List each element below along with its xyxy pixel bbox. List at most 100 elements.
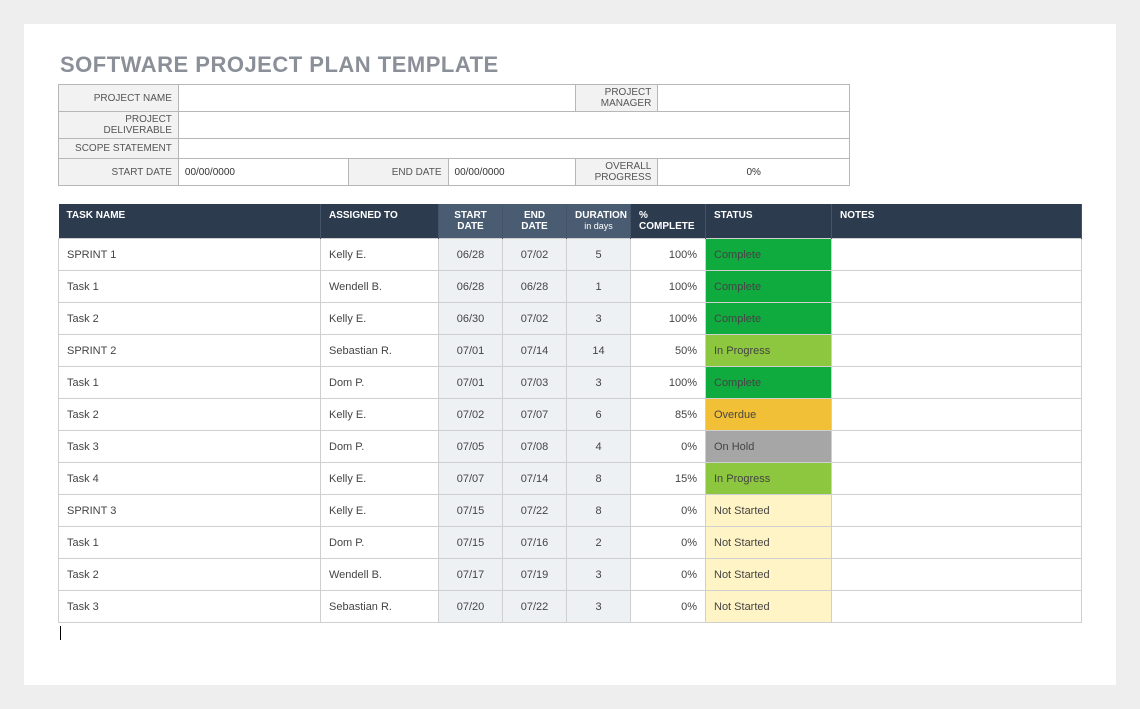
cell-status[interactable]: In Progress bbox=[706, 463, 832, 495]
value-project-deliverable[interactable] bbox=[178, 112, 849, 139]
value-project-name[interactable] bbox=[178, 85, 575, 112]
cell-notes[interactable] bbox=[832, 239, 1082, 271]
cell-start-date[interactable]: 07/01 bbox=[439, 335, 503, 367]
cell-task[interactable]: Task 1 bbox=[59, 527, 321, 559]
cell-status[interactable]: Not Started bbox=[706, 591, 832, 623]
cell-notes[interactable] bbox=[832, 591, 1082, 623]
cell-assigned[interactable]: Kelly E. bbox=[321, 495, 439, 527]
cell-task[interactable]: Task 3 bbox=[59, 431, 321, 463]
cell-notes[interactable] bbox=[832, 431, 1082, 463]
cell-status[interactable]: Not Started bbox=[706, 559, 832, 591]
cell-duration[interactable]: 1 bbox=[567, 271, 631, 303]
cell-percent[interactable]: 0% bbox=[631, 431, 706, 463]
cell-duration[interactable]: 8 bbox=[567, 463, 631, 495]
cell-percent[interactable]: 0% bbox=[631, 527, 706, 559]
cell-end-date[interactable]: 06/28 bbox=[503, 271, 567, 303]
cell-duration[interactable]: 14 bbox=[567, 335, 631, 367]
cell-assigned[interactable]: Kelly E. bbox=[321, 463, 439, 495]
cell-percent[interactable]: 15% bbox=[631, 463, 706, 495]
value-overall-progress[interactable]: 0% bbox=[658, 159, 850, 186]
cell-task[interactable]: Task 1 bbox=[59, 271, 321, 303]
cell-status[interactable]: On Hold bbox=[706, 431, 832, 463]
cell-notes[interactable] bbox=[832, 463, 1082, 495]
cell-start-date[interactable]: 06/28 bbox=[439, 239, 503, 271]
cell-duration[interactable]: 8 bbox=[567, 495, 631, 527]
cell-end-date[interactable]: 07/22 bbox=[503, 591, 567, 623]
cell-start-date[interactable]: 07/05 bbox=[439, 431, 503, 463]
cell-duration[interactable]: 5 bbox=[567, 239, 631, 271]
cell-assigned[interactable]: Kelly E. bbox=[321, 303, 439, 335]
cell-task[interactable]: Task 2 bbox=[59, 559, 321, 591]
cell-percent[interactable]: 100% bbox=[631, 367, 706, 399]
cell-notes[interactable] bbox=[832, 399, 1082, 431]
value-project-manager[interactable] bbox=[658, 85, 850, 112]
cell-duration[interactable]: 3 bbox=[567, 591, 631, 623]
cell-status[interactable]: Not Started bbox=[706, 495, 832, 527]
cell-notes[interactable] bbox=[832, 495, 1082, 527]
cell-start-date[interactable]: 06/28 bbox=[439, 271, 503, 303]
value-start-date[interactable]: 00/00/0000 bbox=[178, 159, 348, 186]
cell-task[interactable]: Task 2 bbox=[59, 399, 321, 431]
cell-end-date[interactable]: 07/02 bbox=[503, 303, 567, 335]
cell-start-date[interactable]: 07/20 bbox=[439, 591, 503, 623]
cell-task[interactable]: SPRINT 2 bbox=[59, 335, 321, 367]
cell-duration[interactable]: 2 bbox=[567, 527, 631, 559]
cell-duration[interactable]: 4 bbox=[567, 431, 631, 463]
cell-duration[interactable]: 3 bbox=[567, 367, 631, 399]
cell-status[interactable]: In Progress bbox=[706, 335, 832, 367]
cell-end-date[interactable]: 07/03 bbox=[503, 367, 567, 399]
cell-assigned[interactable]: Wendell B. bbox=[321, 559, 439, 591]
cell-start-date[interactable]: 07/07 bbox=[439, 463, 503, 495]
cell-assigned[interactable]: Wendell B. bbox=[321, 271, 439, 303]
cell-notes[interactable] bbox=[832, 271, 1082, 303]
cell-start-date[interactable]: 07/17 bbox=[439, 559, 503, 591]
cell-end-date[interactable]: 07/14 bbox=[503, 463, 567, 495]
cell-start-date[interactable]: 06/30 bbox=[439, 303, 503, 335]
cell-end-date[interactable]: 07/07 bbox=[503, 399, 567, 431]
cell-duration[interactable]: 6 bbox=[567, 399, 631, 431]
cell-percent[interactable]: 100% bbox=[631, 239, 706, 271]
cell-status[interactable]: Overdue bbox=[706, 399, 832, 431]
cell-task[interactable]: SPRINT 1 bbox=[59, 239, 321, 271]
cell-assigned[interactable]: Dom P. bbox=[321, 367, 439, 399]
cell-end-date[interactable]: 07/16 bbox=[503, 527, 567, 559]
cell-end-date[interactable]: 07/22 bbox=[503, 495, 567, 527]
cell-assigned[interactable]: Kelly E. bbox=[321, 239, 439, 271]
cell-notes[interactable] bbox=[832, 527, 1082, 559]
cell-percent[interactable]: 100% bbox=[631, 271, 706, 303]
cell-end-date[interactable]: 07/08 bbox=[503, 431, 567, 463]
cell-notes[interactable] bbox=[832, 559, 1082, 591]
cell-start-date[interactable]: 07/15 bbox=[439, 527, 503, 559]
value-scope-statement[interactable] bbox=[178, 139, 849, 159]
cell-assigned[interactable]: Dom P. bbox=[321, 431, 439, 463]
cell-status[interactable]: Complete bbox=[706, 367, 832, 399]
cell-start-date[interactable]: 07/02 bbox=[439, 399, 503, 431]
cell-start-date[interactable]: 07/15 bbox=[439, 495, 503, 527]
cell-task[interactable]: Task 1 bbox=[59, 367, 321, 399]
cell-percent[interactable]: 100% bbox=[631, 303, 706, 335]
cell-start-date[interactable]: 07/01 bbox=[439, 367, 503, 399]
cell-duration[interactable]: 3 bbox=[567, 303, 631, 335]
cell-assigned[interactable]: Sebastian R. bbox=[321, 335, 439, 367]
cell-notes[interactable] bbox=[832, 367, 1082, 399]
cell-status[interactable]: Complete bbox=[706, 271, 832, 303]
cell-status[interactable]: Not Started bbox=[706, 527, 832, 559]
cell-assigned[interactable]: Dom P. bbox=[321, 527, 439, 559]
cell-task[interactable]: Task 3 bbox=[59, 591, 321, 623]
cell-notes[interactable] bbox=[832, 335, 1082, 367]
cell-percent[interactable]: 0% bbox=[631, 559, 706, 591]
cell-assigned[interactable]: Sebastian R. bbox=[321, 591, 439, 623]
cell-end-date[interactable]: 07/02 bbox=[503, 239, 567, 271]
cell-percent[interactable]: 0% bbox=[631, 591, 706, 623]
cell-task[interactable]: Task 2 bbox=[59, 303, 321, 335]
cell-status[interactable]: Complete bbox=[706, 303, 832, 335]
cell-task[interactable]: Task 4 bbox=[59, 463, 321, 495]
cell-task[interactable]: SPRINT 3 bbox=[59, 495, 321, 527]
cell-percent[interactable]: 85% bbox=[631, 399, 706, 431]
cell-duration[interactable]: 3 bbox=[567, 559, 631, 591]
cell-percent[interactable]: 50% bbox=[631, 335, 706, 367]
cell-assigned[interactable]: Kelly E. bbox=[321, 399, 439, 431]
cell-notes[interactable] bbox=[832, 303, 1082, 335]
cell-percent[interactable]: 0% bbox=[631, 495, 706, 527]
cell-end-date[interactable]: 07/14 bbox=[503, 335, 567, 367]
